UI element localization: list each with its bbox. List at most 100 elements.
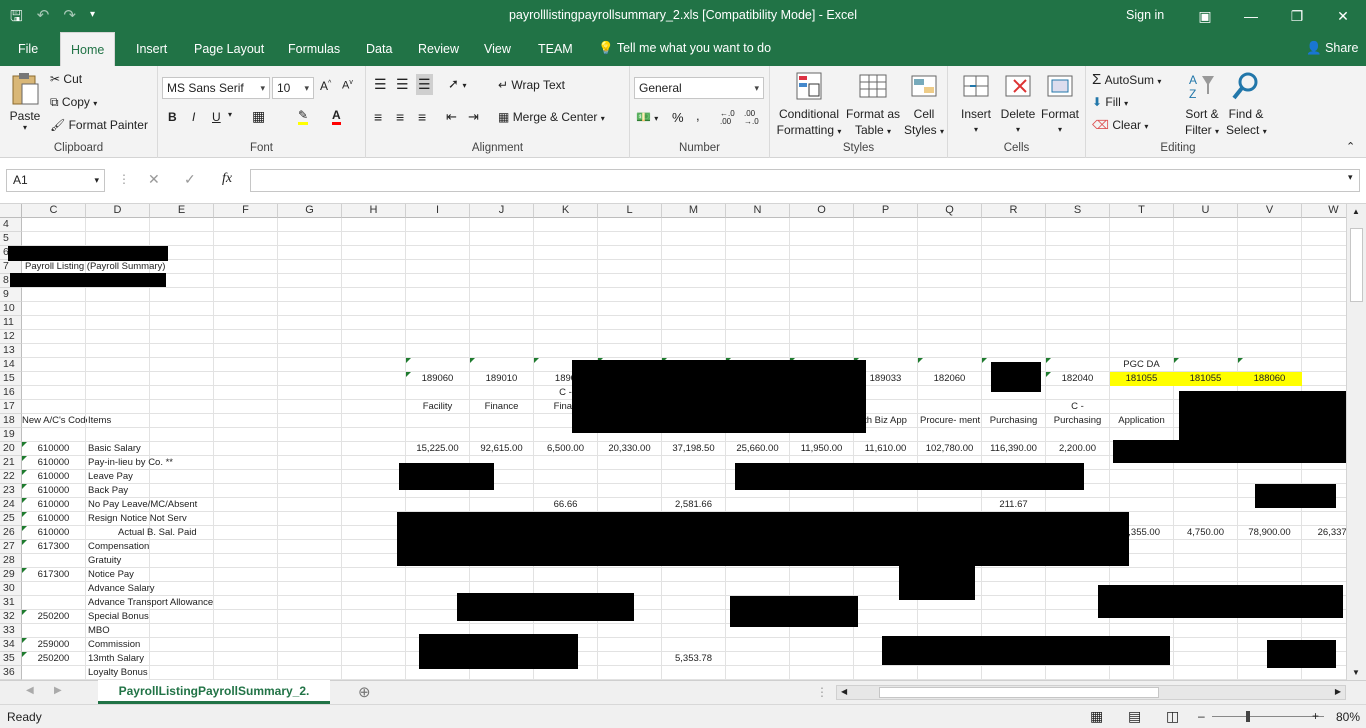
cost-center-code[interactable]: 181055	[1112, 372, 1171, 386]
row-header-5[interactable]: 5	[0, 232, 22, 246]
row-header-22[interactable]: 22	[0, 470, 22, 484]
tab-page-layout[interactable]: Page Layout	[184, 32, 274, 66]
dept-label[interactable]: Purchasing	[1048, 414, 1107, 428]
row-header-30[interactable]: 30	[0, 582, 22, 596]
worksheet-grid[interactable]: C D E F G H I J K L M N O P Q R S T U V W 4 5 6 7 8 9 10 11 12 13 14 15 1…	[0, 204, 1346, 680]
tell-me-search[interactable]: 💡 Tell me what you want to do	[598, 41, 771, 56]
row-header-15[interactable]: 15	[0, 372, 22, 386]
collapse-ribbon-icon[interactable]: ⌃	[1346, 140, 1355, 153]
column-header-s[interactable]: S	[1046, 204, 1110, 218]
row-header-7[interactable]: 7	[0, 260, 22, 274]
fill-color-icon[interactable]: ✎	[298, 108, 309, 125]
zoom-in-icon[interactable]: +	[1312, 709, 1319, 723]
row-header-9[interactable]: 9	[0, 288, 22, 302]
report-title[interactable]: Payroll Listing (Payroll Summary)	[25, 260, 180, 274]
row-header-4[interactable]: 4	[0, 218, 22, 232]
zoom-slider-track[interactable]	[1212, 716, 1324, 717]
sort-filter-button[interactable]: AZ Sort & Filter ▾	[1182, 70, 1222, 140]
row-header-11[interactable]: 11	[0, 316, 22, 330]
column-header-g[interactable]: G	[278, 204, 342, 218]
row-header-29[interactable]: 29	[0, 568, 22, 582]
row-header-17[interactable]: 17	[0, 400, 22, 414]
select-all-corner[interactable]	[0, 204, 22, 218]
bold-button[interactable]: B	[168, 110, 177, 124]
underline-dropdown-icon[interactable]: ▾	[228, 110, 232, 119]
decrease-font-icon[interactable]: Av	[342, 79, 353, 92]
amount[interactable]: 20,330.00	[600, 442, 659, 456]
tab-view[interactable]: View	[474, 32, 521, 66]
column-header-w[interactable]: W	[1302, 204, 1346, 218]
cost-center-code[interactable]: 181055	[1176, 372, 1235, 386]
expand-formula-bar-icon[interactable]: ▾	[1348, 172, 1353, 183]
amount[interactable]: 2,581.66	[664, 498, 723, 512]
zoom-slider-thumb[interactable]	[1246, 711, 1250, 722]
cost-center-code[interactable]: 188060	[1240, 372, 1299, 386]
vertical-scrollbar[interactable]: ▲ ▼	[1346, 204, 1366, 680]
row-header-28[interactable]: 28	[0, 554, 22, 568]
row-header-10[interactable]: 10	[0, 302, 22, 316]
restore-icon[interactable]: ❐	[1274, 0, 1320, 32]
column-header-t[interactable]: T	[1110, 204, 1174, 218]
amount[interactable]: 6,500.00	[536, 442, 595, 456]
dept-label[interactable]: C -	[1048, 400, 1107, 414]
item-name[interactable]: Leave Pay	[88, 470, 223, 484]
tab-formulas[interactable]: Formulas	[278, 32, 350, 66]
amount[interactable]: 37,198.50	[664, 442, 723, 456]
column-header-q[interactable]: Q	[918, 204, 982, 218]
cost-center-code[interactable]: 189060	[408, 372, 467, 386]
amount[interactable]: 2,200.00	[1048, 442, 1107, 456]
column-header-v[interactable]: V	[1238, 204, 1302, 218]
amount[interactable]: 4,750.00	[1176, 526, 1235, 540]
item-name[interactable]: Actual B. Sal. Paid	[118, 526, 253, 540]
horizontal-scrollbar[interactable]: ◀ ▶	[836, 685, 1346, 700]
column-header-m[interactable]: M	[662, 204, 726, 218]
font-size-select[interactable]: 10 ▾	[272, 77, 314, 99]
row-header-16[interactable]: 16	[0, 386, 22, 400]
account-code[interactable]: 610000	[24, 512, 83, 526]
confirm-entry-icon[interactable]: ✓	[184, 171, 196, 188]
insert-function-button[interactable]: fx	[222, 171, 232, 187]
row-header-32[interactable]: 32	[0, 610, 22, 624]
increase-indent-icon[interactable]: ⇥	[468, 109, 479, 125]
prev-sheet-icon[interactable]: ◀	[26, 685, 34, 696]
cost-center-code[interactable]: 189010	[472, 372, 531, 386]
row-header-19[interactable]: 19	[0, 428, 22, 442]
tab-data[interactable]: Data	[356, 32, 402, 66]
align-right-icon[interactable]: ≡	[418, 109, 426, 125]
row-header-21[interactable]: 21	[0, 456, 22, 470]
item-name[interactable]: Gratuity	[88, 554, 223, 568]
insert-cells-button[interactable]: Insert ▾	[956, 70, 996, 138]
item-name[interactable]: Commission	[88, 638, 223, 652]
comma-style-button[interactable]: ,	[696, 108, 700, 123]
amount[interactable]: 102,780.00	[920, 442, 979, 456]
next-sheet-icon[interactable]: ▶	[54, 685, 62, 696]
column-header-r[interactable]: R	[982, 204, 1046, 218]
column-header-e[interactable]: E	[150, 204, 214, 218]
close-icon[interactable]: ✕	[1320, 0, 1366, 32]
align-left-icon[interactable]: ≡	[374, 109, 382, 125]
row-header-31[interactable]: 31	[0, 596, 22, 610]
format-as-table-button[interactable]: Format as Table ▾	[844, 70, 902, 140]
decrease-decimal-icon[interactable]: .00 →.0	[744, 110, 759, 126]
format-painter-button[interactable]: 🖌 Format Painter	[50, 118, 148, 132]
decrease-indent-icon[interactable]: ⇤	[446, 109, 457, 125]
account-code[interactable]: 610000	[24, 498, 83, 512]
page-layout-view-icon[interactable]: ▤	[1128, 708, 1141, 725]
row-header-18[interactable]: 18	[0, 414, 22, 428]
sheet-tab-active[interactable]: PayrollListingPayrollSummary_2.	[98, 680, 330, 704]
column-header-o[interactable]: O	[790, 204, 854, 218]
cost-center-code[interactable]: 182040	[1048, 372, 1107, 386]
item-name[interactable]: 13mth Salary	[88, 652, 223, 666]
vertical-scroll-thumb[interactable]	[1350, 228, 1363, 302]
account-code[interactable]: 610000	[24, 470, 83, 484]
item-name[interactable]: Back Pay	[88, 484, 223, 498]
scroll-left-icon[interactable]: ◀	[841, 687, 847, 696]
row-header-24[interactable]: 24	[0, 498, 22, 512]
account-code[interactable]: 250200	[24, 652, 83, 666]
delete-cells-button[interactable]: Delete ▾	[998, 70, 1038, 138]
cell-styles-button[interactable]: Cell Styles ▾	[904, 70, 944, 140]
account-code[interactable]: 259000	[24, 638, 83, 652]
item-name[interactable]: Pay-in-lieu by Co. **	[88, 456, 223, 470]
amount[interactable]: 92,615.00	[472, 442, 531, 456]
row-header-27[interactable]: 27	[0, 540, 22, 554]
